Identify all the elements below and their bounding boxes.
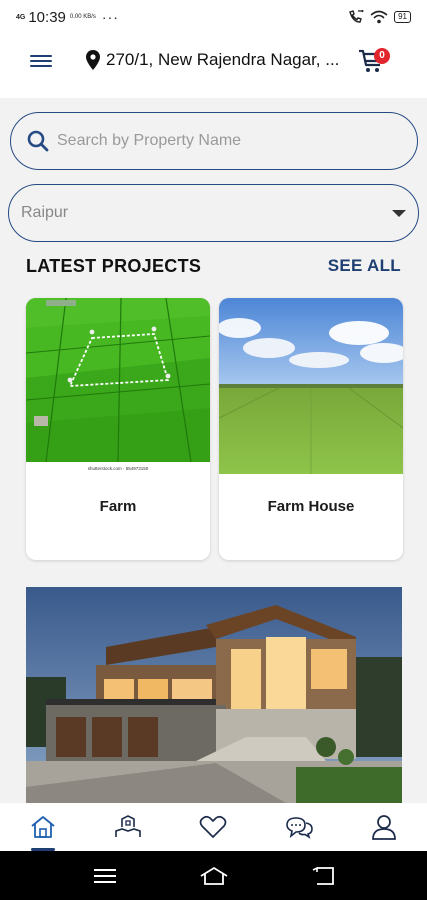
system-navigation-bar xyxy=(0,851,427,900)
system-home-button[interactable] xyxy=(197,861,231,891)
location-text: 270/1, New Rajendra Nagar, ... xyxy=(106,50,340,69)
location-selector[interactable]: 270/1, New Rajendra Nagar, ... xyxy=(86,50,348,70)
network-indicator: 4G xyxy=(16,13,26,21)
wifi-icon xyxy=(370,10,388,24)
farm-image: shutterstock.com · 554973150 xyxy=(26,298,210,474)
project-card-farm-house[interactable]: Farm House xyxy=(219,298,403,560)
menu-lines-icon xyxy=(93,868,116,883)
dropdown-arrow-icon xyxy=(392,209,406,217)
search-input[interactable] xyxy=(57,132,377,150)
nav-favorites[interactable] xyxy=(193,807,233,847)
heart-icon xyxy=(200,815,227,838)
chat-icon xyxy=(286,817,313,839)
system-menu-button[interactable] xyxy=(88,861,122,891)
project-name: Farm House xyxy=(267,498,355,515)
search-bar xyxy=(10,112,418,170)
home-icon xyxy=(31,816,55,838)
cart-button[interactable]: 0 xyxy=(358,48,390,74)
property-icon xyxy=(115,815,141,837)
home-outline-icon xyxy=(200,866,227,885)
app-header: 270/1, New Rajendra Nagar, ... 0 xyxy=(0,34,427,98)
project-name: Farm xyxy=(99,498,137,515)
volte-call-icon xyxy=(349,10,364,23)
modern-house-image xyxy=(26,587,402,803)
city-value: Raipur xyxy=(21,204,69,221)
city-dropdown[interactable]: Raipur xyxy=(8,184,419,242)
battery-indicator: 91 xyxy=(394,11,411,23)
status-icons: 91 xyxy=(348,10,411,24)
farm-house-image xyxy=(219,298,403,474)
bottom-navigation xyxy=(0,803,427,851)
user-icon xyxy=(372,815,397,840)
status-bar: 4G 10:39 0.00 KB/s ··· 91 xyxy=(0,0,427,34)
cart-count-badge: 0 xyxy=(374,48,390,64)
status-time: 10:39 xyxy=(28,8,66,26)
network-speed: 0.00 KB/s xyxy=(69,14,96,20)
featured-project-card[interactable] xyxy=(26,587,402,803)
nav-chat[interactable] xyxy=(279,807,319,847)
project-card-farm[interactable]: shutterstock.com · 554973150 Farm xyxy=(26,298,210,560)
image-watermark: shutterstock.com · 554973150 xyxy=(88,466,149,471)
latest-projects-title: LATEST PROJECTS xyxy=(26,256,202,276)
system-back-button[interactable] xyxy=(306,861,340,891)
menu-icon[interactable] xyxy=(30,52,52,70)
see-all-link[interactable]: SEE ALL xyxy=(328,256,401,276)
nav-properties[interactable] xyxy=(108,807,148,847)
more-notifications-icon: ··· xyxy=(101,9,119,25)
nav-home[interactable] xyxy=(23,807,63,851)
search-icon xyxy=(27,130,49,152)
nav-profile[interactable] xyxy=(364,807,404,847)
location-pin-icon xyxy=(86,50,100,70)
back-icon xyxy=(312,866,334,885)
